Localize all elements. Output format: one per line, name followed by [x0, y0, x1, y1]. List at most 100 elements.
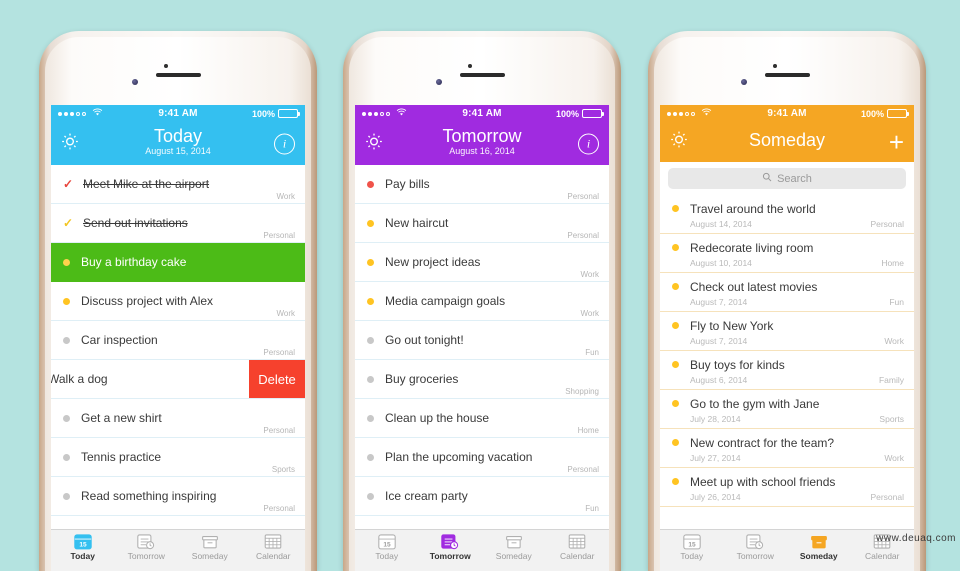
tab-today[interactable]: 15 Today: [51, 533, 115, 561]
task-meta: August 7, 2014 Work: [690, 336, 904, 346]
task-row[interactable]: Discuss project with Alex Work: [51, 282, 305, 321]
tab-label: Tomorrow: [127, 551, 165, 561]
calendar-grid-icon: [568, 533, 586, 550]
search-input[interactable]: Search: [668, 168, 906, 189]
task-row[interactable]: Media campaign goals Work: [355, 282, 609, 321]
task-list: Pay bills Personal New haircut Personal New …: [355, 165, 609, 516]
task-row[interactable]: Meet up with school friends July 26, 2014…: [660, 468, 914, 507]
task-row[interactable]: Redecorate living room August 10, 2014 Hom…: [660, 234, 914, 273]
task-row[interactable]: Get a new shirt Personal: [51, 399, 305, 438]
task-title: Tennis practice: [81, 450, 162, 464]
tab-tomorrow[interactable]: Tomorrow: [724, 533, 788, 561]
info-button-wrap[interactable]: i: [578, 133, 599, 154]
task-priority-dot: [672, 283, 679, 290]
task-date: July 26, 2014: [690, 492, 741, 502]
task-row[interactable]: Plan the upcoming vacation Personal: [355, 438, 609, 477]
settings-button[interactable]: [669, 130, 689, 155]
tab-tomorrow[interactable]: Tomorrow: [419, 533, 483, 561]
task-row[interactable]: Buy groceries Shopping: [355, 360, 609, 399]
task-priority-dot: [367, 492, 374, 500]
add-task-button-wrap[interactable]: +: [889, 129, 904, 155]
task-category: Fun: [585, 348, 599, 357]
task-category: Personal: [567, 192, 599, 201]
delete-button[interactable]: Delete: [249, 360, 305, 398]
task-row[interactable]: Travel around the world August 14, 2014 Pe…: [660, 195, 914, 234]
tab-tomorrow[interactable]: Tomorrow: [115, 533, 179, 561]
task-priority-dot: [367, 297, 374, 305]
tab-label: Calendar: [865, 551, 900, 561]
task-row[interactable]: Pay bills Personal: [355, 165, 609, 204]
front-camera-icon: [436, 79, 442, 85]
task-priority-dot: [367, 180, 374, 188]
battery-icon: [582, 109, 604, 118]
info-button[interactable]: i: [274, 133, 295, 154]
tab-someday[interactable]: Someday: [482, 533, 546, 561]
task-meta: August 14, 2014 Personal: [690, 219, 904, 229]
add-task-button[interactable]: +: [889, 129, 904, 155]
task-row[interactable]: Tennis practice Sports: [51, 438, 305, 477]
tab-label: Today: [70, 551, 95, 561]
task-title: Meet Mike at the airport: [83, 177, 210, 191]
task-row[interactable]: Buy a birthday cake: [51, 243, 305, 282]
task-priority-dot: [63, 492, 70, 500]
task-row[interactable]: Ice cream party Fun: [355, 477, 609, 516]
task-category: Work: [276, 192, 295, 201]
tab-someday[interactable]: Someday: [787, 533, 851, 561]
front-camera-icon: [132, 79, 138, 85]
task-priority-dot: [367, 258, 374, 266]
tab-someday[interactable]: Someday: [178, 533, 242, 561]
settings-button[interactable]: [364, 131, 384, 156]
task-row[interactable]: New haircut Personal: [355, 204, 609, 243]
task-meta: July 28, 2014 Sports: [690, 414, 904, 424]
task-row[interactable]: New project ideas Work: [355, 243, 609, 282]
earpiece-speaker: [765, 73, 810, 77]
nav-bar: Today August 15, 2014 i: [51, 122, 305, 165]
task-title: Go out tonight!: [385, 333, 464, 347]
task-row[interactable]: ✓ Send out invitations Personal: [51, 204, 305, 243]
phone-device-tomorrow: 9:41 AM 100% Tomorrow August 16, 2014 i Pay b…: [343, 31, 621, 571]
task-title: Fly to New York: [690, 319, 774, 333]
task-category: Personal: [263, 504, 295, 513]
tab-calendar[interactable]: Calendar: [242, 533, 306, 561]
task-category: Work: [884, 336, 904, 346]
search-icon: [762, 172, 772, 185]
task-title: Pay bills: [385, 177, 430, 191]
task-category: Family: [878, 375, 904, 385]
phone-screen-today: 9:41 AM 100% Today August 15, 2014 i ✓ Meet Mi…: [51, 105, 305, 571]
svg-text:15: 15: [688, 541, 696, 548]
task-row[interactable]: Buy toys for kinds August 6, 2014 Family: [660, 351, 914, 390]
info-button[interactable]: i: [578, 133, 599, 154]
screenshot-stage: 9:41 AM 100% Today August 15, 2014 i ✓ Meet Mi…: [0, 0, 960, 571]
info-button-wrap[interactable]: i: [274, 133, 295, 154]
task-row[interactable]: Fly to New York August 7, 2014 Work: [660, 312, 914, 351]
task-check-icon: ✓: [63, 177, 74, 191]
nav-title: Someday: [748, 130, 826, 150]
nav-subtitle: August 16, 2014: [449, 146, 515, 156]
task-row[interactable]: Go to the gym with Jane July 28, 2014 Spor…: [660, 390, 914, 429]
task-title: Check out latest movies: [690, 280, 818, 294]
task-row[interactable]: Car inspection Personal: [51, 321, 305, 360]
tab-today[interactable]: 15 Today: [660, 533, 724, 561]
status-bar: 9:41 AM 100%: [660, 105, 914, 122]
status-bar: 9:41 AM 100%: [355, 105, 609, 122]
task-row[interactable]: Go out tonight! Fun: [355, 321, 609, 360]
earpiece-speaker: [460, 73, 505, 77]
task-row[interactable]: Check out latest movies August 7, 2014 Fun: [660, 273, 914, 312]
tab-today[interactable]: 15 Today: [355, 533, 419, 561]
task-row[interactable]: New contract for the team? July 27, 2014 W…: [660, 429, 914, 468]
task-row[interactable]: Walk a dog Delete: [51, 360, 305, 399]
task-priority-dot: [672, 400, 679, 407]
tab-label: Calendar: [560, 551, 595, 561]
task-row[interactable]: ✓ Meet Mike at the airport Work: [51, 165, 305, 204]
task-date: August 6, 2014: [690, 375, 748, 385]
tab-calendar[interactable]: Calendar: [546, 533, 610, 561]
task-title: Discuss project with Alex: [81, 294, 214, 308]
task-row[interactable]: Read something inspiring Personal: [51, 477, 305, 516]
task-category: Sports: [879, 414, 904, 424]
task-title: Buy groceries: [385, 372, 459, 386]
task-row[interactable]: Clean up the house Home: [355, 399, 609, 438]
tab-label: Calendar: [256, 551, 291, 561]
svg-text:15: 15: [383, 541, 391, 548]
task-meta: August 7, 2014 Fun: [690, 297, 904, 307]
settings-button[interactable]: [60, 131, 80, 156]
